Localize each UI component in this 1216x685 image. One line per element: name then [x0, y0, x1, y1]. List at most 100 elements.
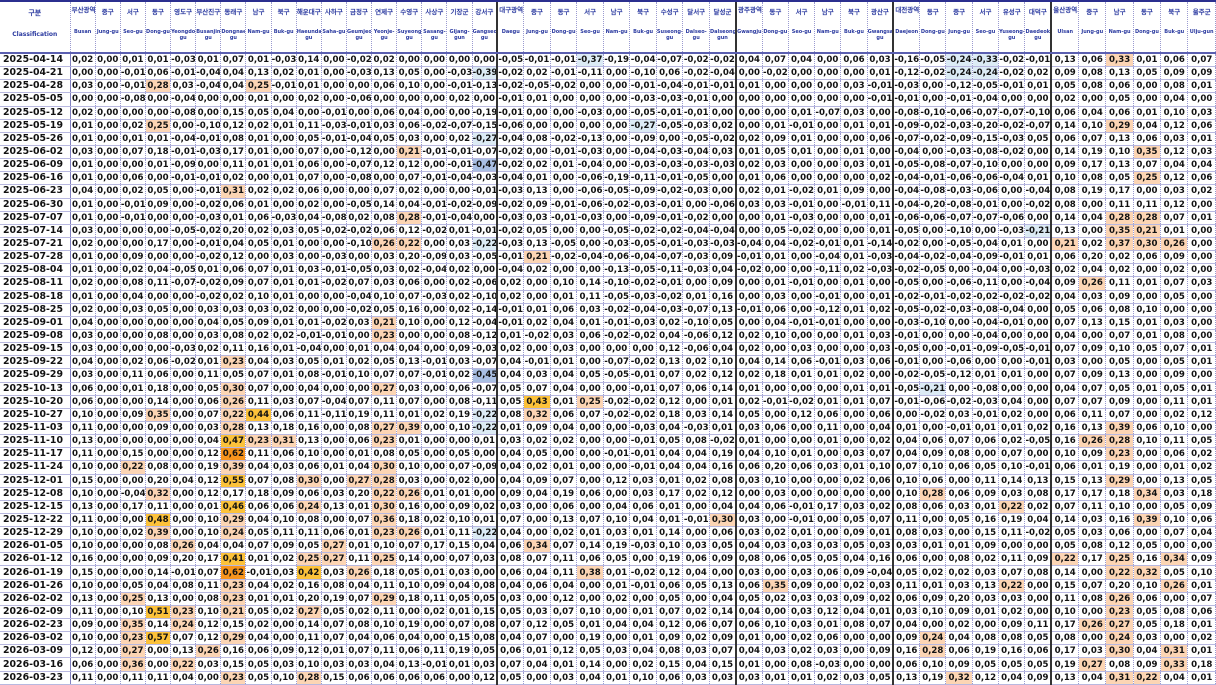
- value-cell: 0,01: [762, 119, 789, 133]
- value-cell: 0,06: [762, 303, 789, 317]
- value-cell: -0,01: [496, 303, 525, 317]
- row-date: 2025-04-14: [0, 53, 71, 68]
- value-cell: 0,07: [1050, 316, 1080, 330]
- value-cell: 0,21: [220, 605, 247, 620]
- value-cell: 0,01: [70, 263, 96, 278]
- value-cell: 0,00: [814, 66, 842, 81]
- value-cell: -0,07: [945, 158, 973, 173]
- value-cell: 0,00: [814, 158, 842, 173]
- value-cell: 0,07: [656, 382, 684, 396]
- value-cell: 0,01: [421, 565, 448, 580]
- value-cell: 0,12: [1160, 198, 1189, 212]
- value-cell: 0,00: [867, 657, 894, 672]
- value-cell: 0,01: [576, 316, 604, 330]
- value-cell: 0,03: [682, 408, 710, 422]
- value-cell: -0,02: [892, 290, 921, 304]
- value-cell: 0,05: [656, 592, 684, 606]
- value-cell: 0,06: [814, 565, 842, 580]
- classification-en: Classification: [12, 31, 58, 38]
- value-cell: 0,00: [396, 53, 423, 68]
- value-cell: 0,08: [1078, 79, 1107, 94]
- value-cell: 0,00: [709, 211, 737, 225]
- value-cell: 0,00: [629, 552, 657, 567]
- value-cell: 0,09: [1187, 500, 1216, 514]
- value-cell: 0,16: [396, 303, 423, 317]
- value-cell: 0,10: [709, 355, 737, 370]
- value-cell: 0,11: [1050, 592, 1080, 606]
- value-cell: -0,01: [998, 79, 1026, 94]
- value-cell: 0,03: [734, 526, 763, 541]
- value-cell: 0,00: [120, 106, 146, 120]
- value-cell: 0,00: [576, 434, 604, 449]
- value-cell: 0,10: [1133, 303, 1162, 317]
- value-cell: 0,04: [1160, 158, 1189, 173]
- value-cell: 0,09: [945, 605, 973, 620]
- value-cell: 0,07: [1105, 408, 1134, 422]
- value-cell: 0,04: [220, 539, 247, 554]
- value-cell: 0,00: [421, 421, 448, 436]
- value-cell: 0,03: [496, 592, 525, 606]
- row-date: 2026-03-09: [0, 644, 71, 659]
- value-cell: 0,00: [523, 106, 551, 120]
- value-cell: 0,06: [629, 500, 657, 514]
- value-cell: 0,00: [576, 79, 604, 94]
- column-header-ulsan-nam-gu: 남구 Nam-gu: [1105, 0, 1134, 54]
- value-cell: -0,22: [472, 421, 498, 436]
- value-cell: -0,02: [629, 276, 657, 291]
- value-cell: 0,03: [271, 395, 297, 409]
- value-cell: 0,10: [346, 368, 373, 383]
- value-cell: 0,02: [682, 368, 710, 383]
- value-cell: 0,18: [1187, 487, 1216, 501]
- value-cell: -0,13: [576, 132, 604, 146]
- value-cell: -0,07: [603, 355, 631, 370]
- value-cell: 0,00: [95, 66, 121, 81]
- value-cell: 0,07: [195, 565, 222, 580]
- value-cell: 0,07: [396, 395, 423, 409]
- value-cell: -0,01: [195, 171, 222, 186]
- value-cell: 0,03: [945, 500, 973, 514]
- value-cell: 0,00: [421, 552, 448, 567]
- value-cell: 0,06: [682, 382, 710, 396]
- value-cell: 0,01: [195, 263, 222, 278]
- value-cell: -0,01: [446, 79, 473, 94]
- value-cell: 0,00: [576, 421, 604, 436]
- value-cell: -0,05: [603, 368, 631, 383]
- value-cell: 0,14: [145, 395, 172, 409]
- value-cell: -0,01: [682, 106, 710, 120]
- value-cell: 0,01: [446, 657, 473, 672]
- value-cell: 0,00: [120, 329, 146, 344]
- value-cell: 0,00: [1160, 303, 1189, 317]
- value-cell: -0,08: [321, 211, 347, 225]
- value-cell: 0,03: [709, 145, 737, 160]
- value-cell: -0,03: [629, 158, 657, 173]
- value-cell: -0,06: [919, 211, 947, 225]
- row-date: 2025-06-30: [0, 198, 71, 212]
- value-cell: 0,01: [788, 447, 816, 462]
- value-cell: -0,01: [603, 447, 631, 462]
- value-cell: 0,00: [603, 487, 631, 501]
- value-cell: 0,00: [1024, 579, 1052, 593]
- value-cell: 0,25: [245, 79, 272, 94]
- value-cell: 0,00: [170, 487, 197, 501]
- value-cell: 0,00: [472, 447, 498, 462]
- column-header-busan-gangseo-gu: 강서구 Gangseo-gu: [472, 0, 498, 54]
- value-cell: 0,00: [95, 250, 121, 265]
- column-header-busan-suyeong-gu: 수영구 Suyeong-gu: [396, 0, 423, 54]
- value-cell: 0,00: [603, 119, 631, 133]
- value-cell: 0,00: [709, 184, 737, 199]
- value-cell: 0,00: [814, 382, 842, 396]
- value-cell: 0,09: [496, 487, 525, 501]
- value-cell: 0,00: [603, 132, 631, 146]
- value-cell: 0,08: [945, 552, 973, 567]
- value-cell: 0,21: [1050, 237, 1080, 252]
- column-name-en: Busanjin-gu: [196, 29, 221, 41]
- value-cell: 0,12: [1187, 408, 1216, 422]
- value-cell: 0,39: [220, 460, 247, 475]
- value-cell: 0,01: [195, 500, 222, 514]
- value-cell: 0,07: [371, 368, 398, 383]
- value-cell: 0,11: [120, 671, 146, 685]
- value-cell: 0,10: [1050, 605, 1080, 620]
- value-cell: -0,02: [496, 158, 525, 173]
- value-cell: 0,08: [1160, 79, 1189, 94]
- value-cell: 0,29: [1105, 474, 1134, 488]
